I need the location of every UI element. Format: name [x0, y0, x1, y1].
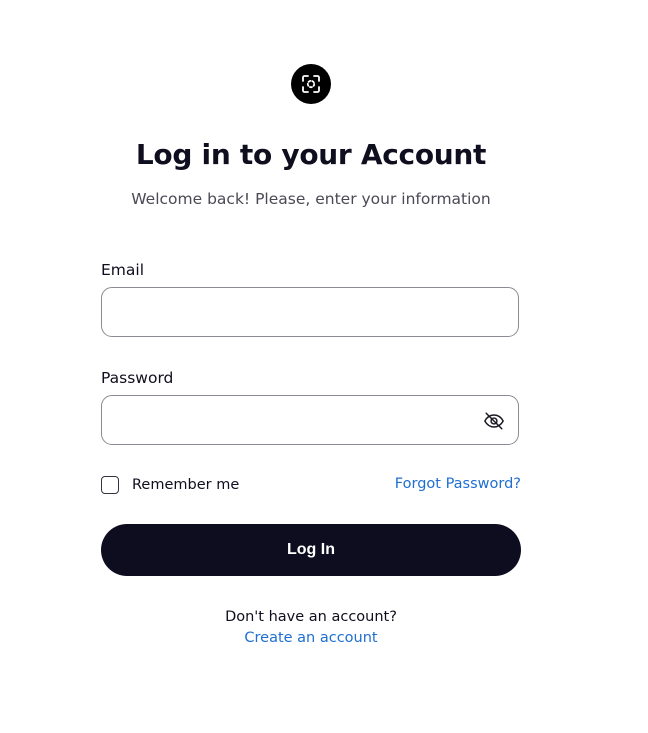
email-field[interactable] — [102, 288, 518, 336]
forgot-password-link[interactable]: Forgot Password? — [395, 476, 521, 492]
page-title: Log in to your Account — [135, 138, 487, 171]
remember-me[interactable]: Remember me — [101, 476, 239, 494]
eye-off-icon — [484, 412, 504, 430]
remember-checkbox[interactable] — [101, 476, 119, 494]
create-account-link[interactable]: Create an account — [0, 630, 622, 646]
password-visibility-toggle[interactable] — [482, 409, 506, 433]
email-field-wrapper — [101, 287, 519, 337]
login-page: Log in to your Account Welcome back! Ple… — [0, 0, 648, 733]
logo — [291, 64, 331, 104]
email-label: Email — [101, 261, 145, 279]
password-field[interactable] — [102, 396, 518, 444]
login-button[interactable]: Log In — [101, 524, 521, 576]
password-field-wrapper — [101, 395, 519, 445]
page-subtitle: Welcome back! Please, enter your informa… — [131, 190, 491, 208]
signup-prompt: Don't have an account? — [225, 609, 397, 625]
password-label: Password — [101, 369, 174, 387]
focus-frame-icon — [302, 75, 320, 93]
remember-label: Remember me — [132, 477, 240, 493]
